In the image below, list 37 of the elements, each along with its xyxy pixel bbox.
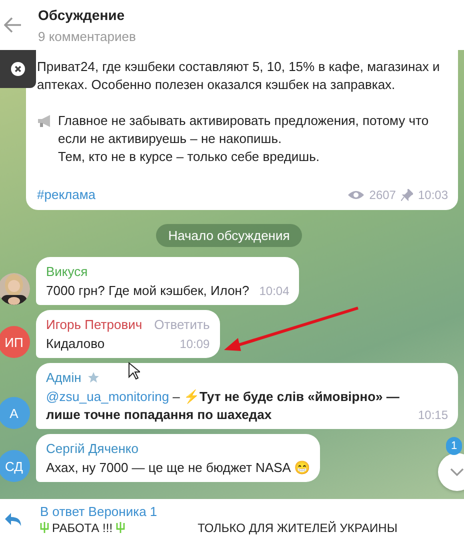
author-name[interactable]: Адмін bbox=[46, 370, 82, 385]
avatar[interactable]: ИП bbox=[0, 326, 30, 358]
avatar[interactable]: А bbox=[0, 397, 30, 429]
comment-count: 9 комментариев bbox=[38, 28, 136, 44]
close-tab[interactable] bbox=[0, 50, 36, 88]
close-icon[interactable] bbox=[11, 62, 25, 76]
trident-icon bbox=[116, 522, 125, 533]
message-time: 10:09 bbox=[180, 336, 210, 353]
chat-title: Обсуждение bbox=[38, 6, 126, 22]
back-arrow-icon[interactable] bbox=[4, 17, 22, 33]
discussion-start-label: Начало обсуждения bbox=[156, 224, 302, 247]
view-count: 2607 bbox=[369, 187, 396, 204]
comment-text: Ахах, ну 7000 — це ще не бюджет NASA 😁 bbox=[46, 459, 310, 477]
eye-icon bbox=[348, 190, 364, 200]
author-name[interactable]: Викуся bbox=[46, 264, 88, 279]
comment-text: @zsu_ua_monitoring – ⚡Тут не буде слів «ймовірно» — лише точне попадання по шахедах bbox=[46, 388, 400, 424]
message-time: 10:04 bbox=[259, 283, 290, 300]
avatar[interactable]: СД bbox=[0, 450, 30, 482]
author-name[interactable]: Игорь Петрович bbox=[46, 317, 142, 332]
post-time: 10:03 bbox=[418, 187, 448, 204]
reply-title: В ответ Вероника 1 bbox=[40, 504, 158, 518]
reply-link[interactable]: Ответить bbox=[154, 317, 210, 332]
trident-icon bbox=[40, 522, 49, 533]
author-name[interactable]: Сергій Дяченко bbox=[46, 441, 138, 456]
post-text: Главное не забывать активировать предложения, потому что если не активируешь – не накопишь. Тем, кто не в курсе – только себе вредишь. bbox=[58, 112, 430, 166]
reply-preview: РАБОТА !!! bbox=[52, 520, 113, 534]
post-text: Приват24, где кэшбеки составляют 5, 10, 15% в кафе, магазинах и аптеках. Особенно полезен оказался кэшбек на заправках. bbox=[37, 58, 441, 94]
comment-text: 7000 грн? Где мой кэшбек, Илон? bbox=[46, 282, 250, 300]
message-time: 10:15 bbox=[418, 407, 448, 424]
unread-badge: 1 bbox=[446, 437, 462, 455]
comment-text: Кидалово bbox=[46, 335, 105, 353]
chevron-down-icon bbox=[450, 468, 464, 476]
pin-icon bbox=[400, 189, 413, 201]
reply-arrow-icon bbox=[4, 511, 22, 527]
mention-link[interactable]: @zsu_ua_monitoring bbox=[46, 389, 170, 404]
hashtag-link[interactable]: #реклама bbox=[37, 186, 96, 204]
reply-preview: ТОЛЬКО ДЛЯ ЖИТЕЛЕЙ УКРАИНЫ bbox=[198, 520, 398, 534]
